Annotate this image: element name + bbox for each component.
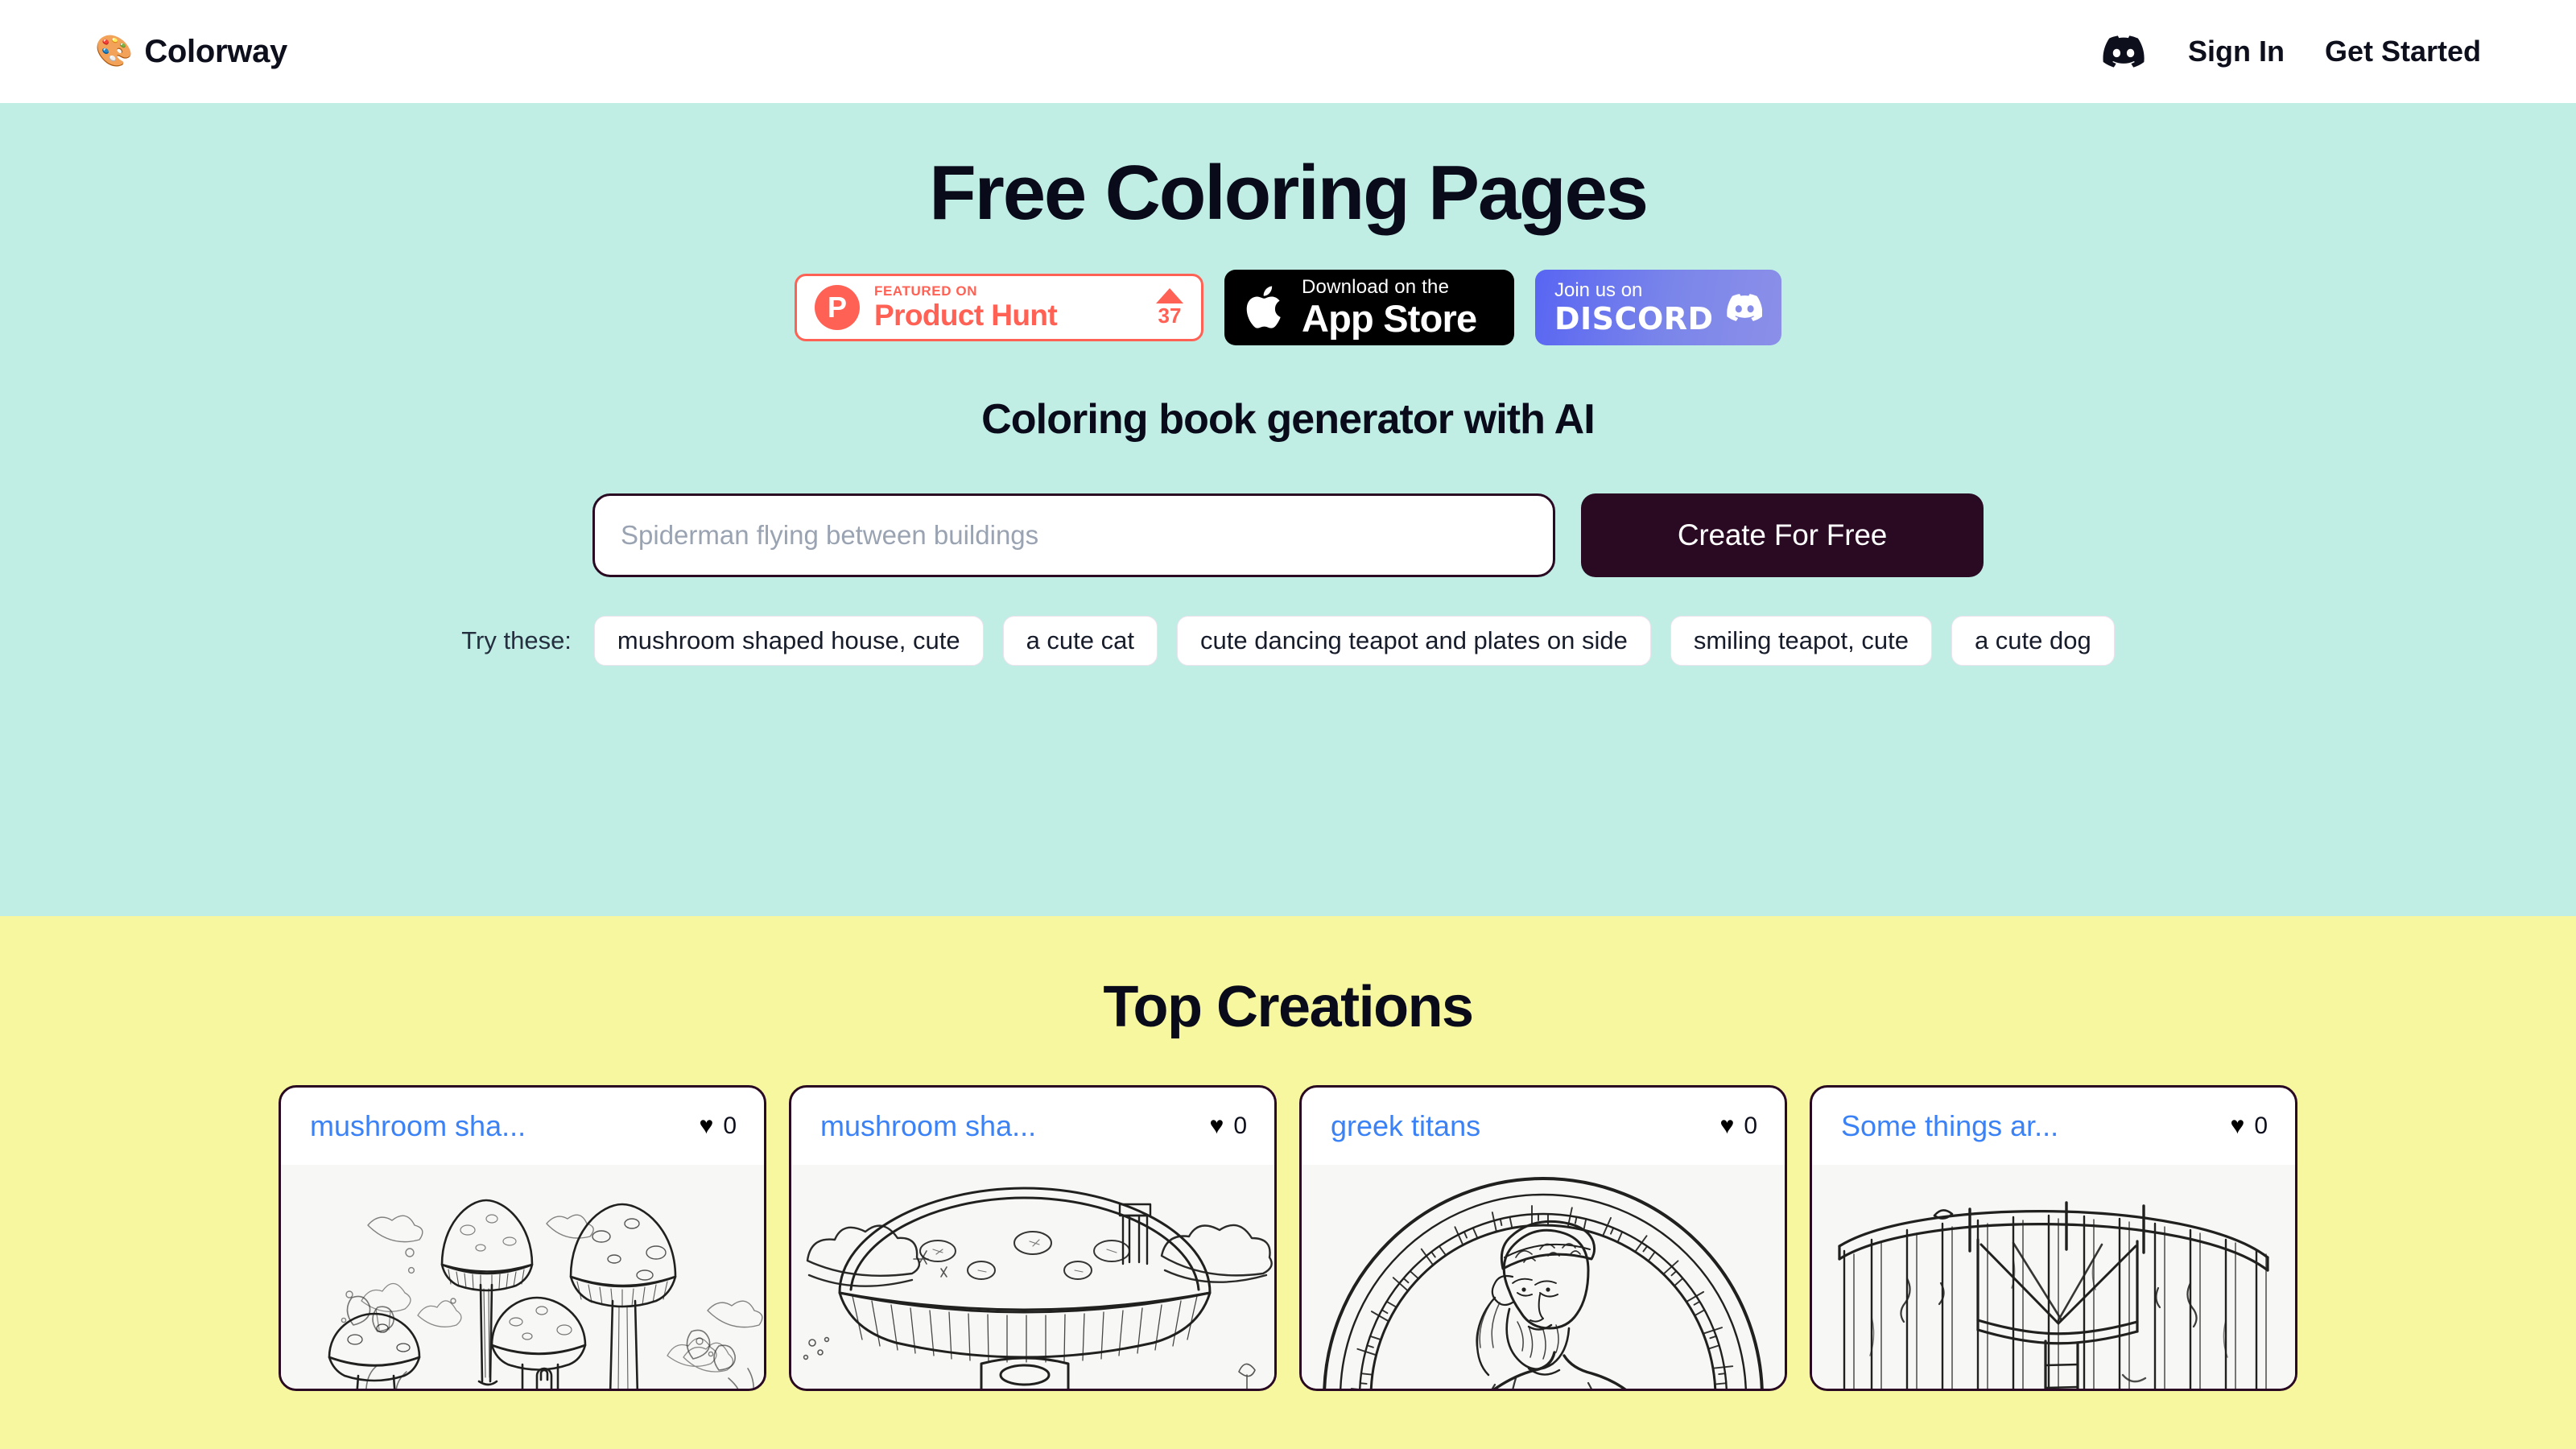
suggestion-chip-3[interactable]: smiling teapot, cute bbox=[1670, 615, 1932, 666]
creation-card[interactable]: mushroom sha... ♥ 0 bbox=[279, 1085, 766, 1391]
create-for-free-button[interactable]: Create For Free bbox=[1581, 493, 1984, 577]
upvote-triangle-icon bbox=[1156, 288, 1183, 304]
hero-subtitle: Coloring book generator with AI bbox=[981, 395, 1596, 443]
product-hunt-text: FEATURED ON Product Hunt bbox=[874, 283, 1137, 332]
creations-grid: mushroom sha... ♥ 0 mushroom sha... ♥ 0 … bbox=[270, 1085, 2306, 1391]
heart-icon: ♥ bbox=[1719, 1113, 1735, 1139]
prompt-row: Create For Free bbox=[592, 493, 1984, 577]
creation-card[interactable]: Some things ar... ♥ 0 bbox=[1810, 1085, 2297, 1391]
get-started-link[interactable]: Get Started bbox=[2325, 35, 2481, 68]
discord-badge-text: Join us on DISCORD bbox=[1554, 279, 1714, 336]
upvote-count: 37 bbox=[1158, 303, 1182, 328]
creation-card[interactable]: mushroom sha... ♥ 0 bbox=[789, 1085, 1277, 1391]
header-nav: Sign In Get Started bbox=[2099, 33, 2481, 70]
card-artwork bbox=[281, 1165, 764, 1389]
like-count: 0 bbox=[723, 1113, 737, 1139]
brand-logo[interactable]: 🎨 Colorway bbox=[95, 34, 287, 70]
site-header: 🎨 Colorway Sign In Get Started bbox=[0, 0, 2576, 103]
brand-name: Colorway bbox=[144, 33, 287, 69]
section-title: Top Creations bbox=[1103, 975, 1474, 1039]
app-store-text: Download on the App Store bbox=[1302, 275, 1477, 340]
suggestion-row: Try these: mushroom shaped house, cute a… bbox=[461, 615, 2115, 666]
card-like-group[interactable]: ♥ 0 bbox=[1720, 1113, 1758, 1140]
top-creations-section: Top Creations mushroom sha... ♥ 0 mushro… bbox=[0, 916, 2576, 1449]
hero-section: Free Coloring Pages P FEATURED ON Produc… bbox=[0, 103, 2576, 916]
product-hunt-featured-label: FEATURED ON bbox=[874, 283, 978, 299]
like-count: 0 bbox=[2254, 1113, 2268, 1139]
sign-in-link[interactable]: Sign In bbox=[2188, 35, 2285, 68]
apple-icon bbox=[1246, 286, 1281, 328]
creation-card[interactable]: greek titans ♥ 0 bbox=[1299, 1085, 1787, 1391]
card-like-group[interactable]: ♥ 0 bbox=[1210, 1113, 1248, 1140]
app-store-small-label: Download on the bbox=[1302, 275, 1450, 298]
suggestion-chip-1[interactable]: a cute cat bbox=[1002, 615, 1158, 666]
like-count: 0 bbox=[1233, 1113, 1247, 1139]
try-these-label: Try these: bbox=[461, 625, 572, 654]
suggestion-chip-4[interactable]: a cute dog bbox=[1951, 615, 2115, 666]
discord-logo-icon bbox=[1726, 293, 1762, 321]
heart-icon: ♥ bbox=[2230, 1113, 2245, 1139]
card-header: mushroom sha... ♥ 0 bbox=[791, 1088, 1274, 1165]
app-store-big-label: App Store bbox=[1302, 296, 1477, 340]
card-title[interactable]: Some things ar... bbox=[1841, 1109, 2058, 1143]
product-hunt-badge[interactable]: P FEATURED ON Product Hunt 37 bbox=[795, 273, 1203, 341]
discord-icon[interactable] bbox=[2099, 33, 2148, 70]
product-hunt-name: Product Hunt bbox=[874, 299, 1058, 332]
page-title: Free Coloring Pages bbox=[929, 150, 1649, 236]
suggestion-chip-2[interactable]: cute dancing teapot and plates on side bbox=[1177, 615, 1651, 666]
palette-icon: 🎨 bbox=[95, 35, 134, 68]
card-like-group[interactable]: ♥ 0 bbox=[700, 1113, 737, 1140]
prompt-input[interactable] bbox=[592, 493, 1555, 577]
badge-row: P FEATURED ON Product Hunt 37 Download o… bbox=[795, 269, 1781, 345]
card-title[interactable]: mushroom sha... bbox=[820, 1109, 1036, 1143]
discord-badge[interactable]: Join us on DISCORD bbox=[1535, 269, 1781, 345]
product-hunt-upvote[interactable]: 37 bbox=[1151, 288, 1183, 326]
product-hunt-icon: P bbox=[815, 284, 860, 330]
card-artwork bbox=[1812, 1165, 2295, 1389]
card-artwork bbox=[1302, 1165, 1785, 1389]
card-header: greek titans ♥ 0 bbox=[1302, 1088, 1785, 1165]
heart-icon: ♥ bbox=[1209, 1113, 1224, 1139]
heart-icon: ♥ bbox=[699, 1113, 714, 1139]
card-title[interactable]: mushroom sha... bbox=[310, 1109, 526, 1143]
card-header: Some things ar... ♥ 0 bbox=[1812, 1088, 2295, 1165]
card-header: mushroom sha... ♥ 0 bbox=[281, 1088, 764, 1165]
discord-small-label: Join us on bbox=[1554, 279, 1643, 301]
app-store-badge[interactable]: Download on the App Store bbox=[1224, 269, 1514, 345]
discord-big-label: DISCORD bbox=[1554, 300, 1714, 336]
suggestion-chip-0[interactable]: mushroom shaped house, cute bbox=[593, 615, 984, 666]
card-title[interactable]: greek titans bbox=[1331, 1109, 1480, 1143]
card-artwork bbox=[791, 1165, 1274, 1389]
card-like-group[interactable]: ♥ 0 bbox=[2231, 1113, 2268, 1140]
like-count: 0 bbox=[1744, 1113, 1757, 1139]
